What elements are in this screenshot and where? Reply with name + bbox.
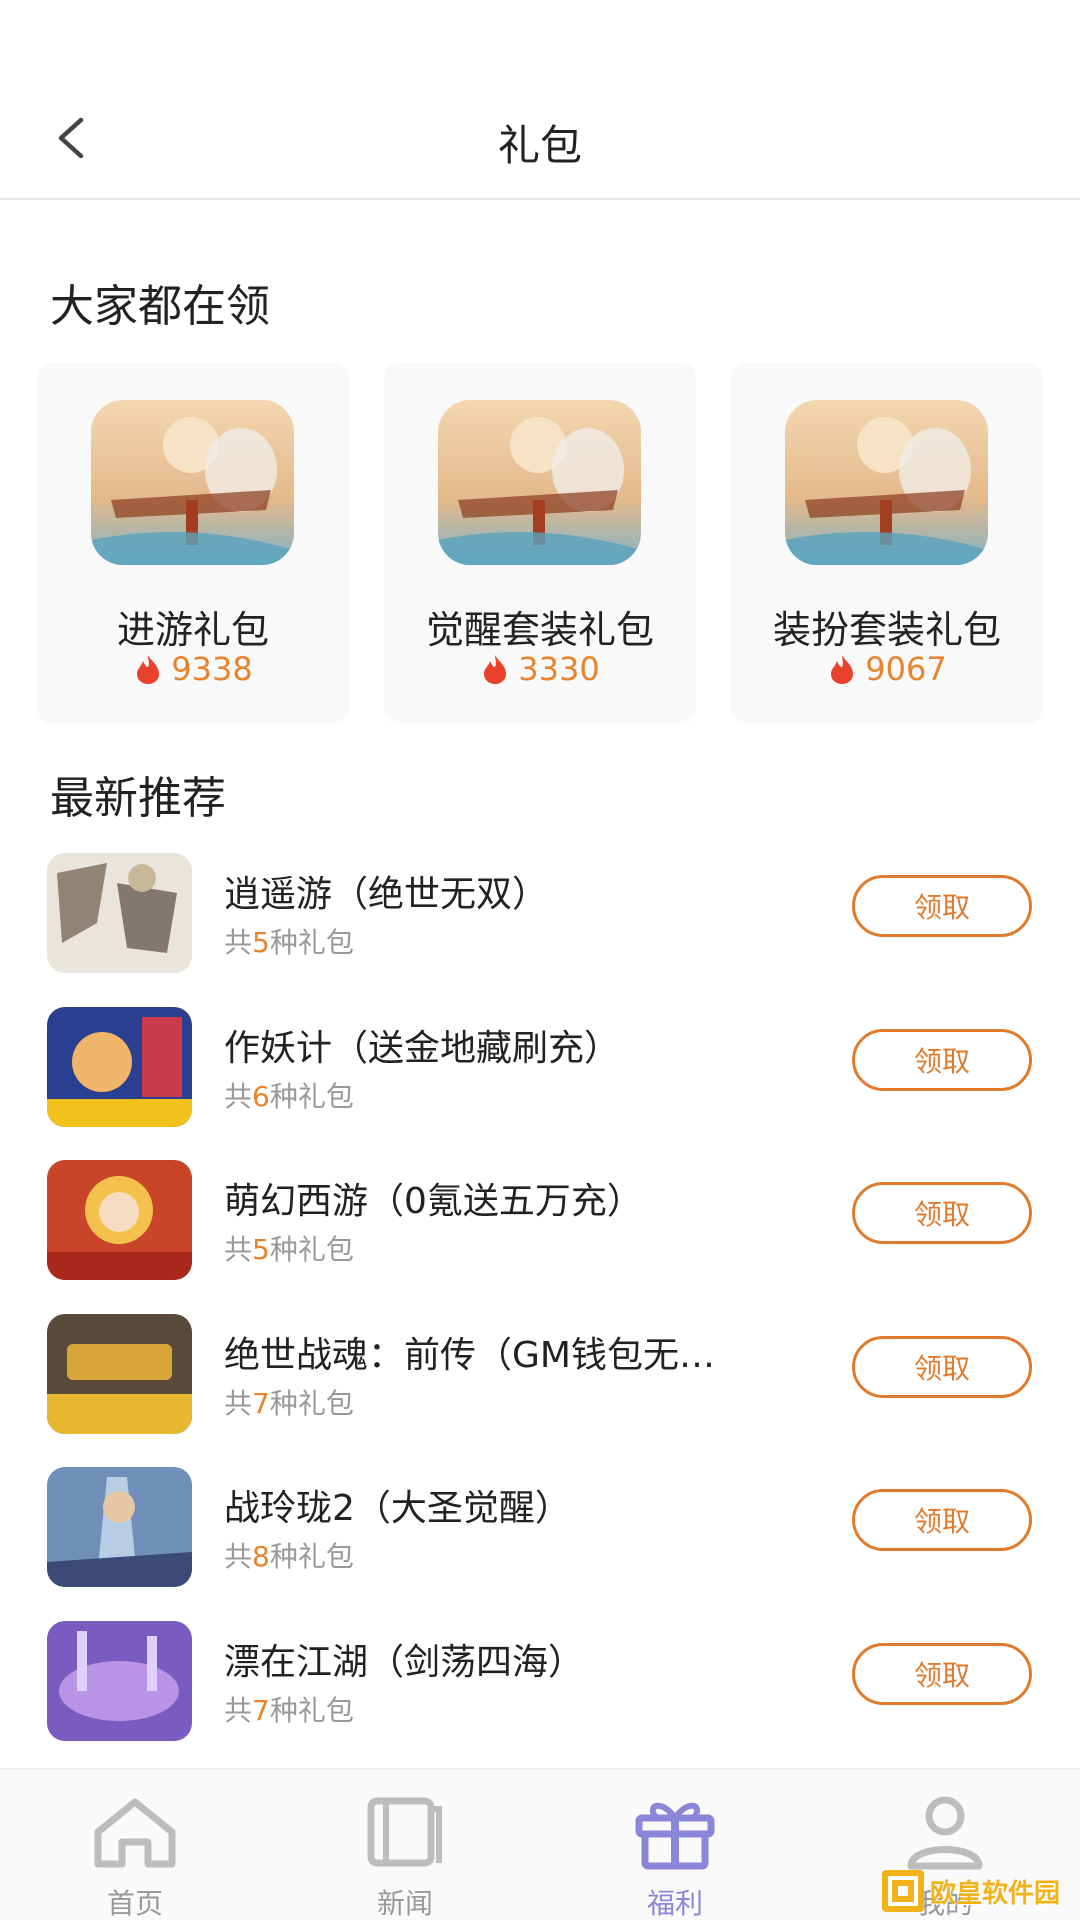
fire-icon — [137, 655, 160, 684]
item-subtitle: 共7种礼包 — [224, 1386, 354, 1420]
popular-section-title: 大家都在领 — [50, 281, 270, 332]
list-item[interactable]: 逍遥游（绝世无双） 共5种礼包 领取 — [0, 845, 1080, 999]
item-title: 作妖计（送金地藏刷充） — [224, 1027, 621, 1069]
list-item[interactable]: 漂在江湖（剑荡四海） 共7种礼包 领取 — [0, 1613, 1080, 1767]
card-count: 9338 — [171, 650, 253, 688]
item-subtitle: 共8种礼包 — [224, 1540, 354, 1573]
page-title: 礼包 — [497, 121, 582, 170]
tab-news[interactable]: 新闻 — [270, 1770, 540, 1920]
game-cover-image — [785, 400, 988, 565]
tab-home[interactable]: 首页 — [0, 1770, 270, 1920]
claim-button[interactable]: 领取 — [852, 1642, 1032, 1705]
app-header: 礼包 — [0, 0, 1080, 200]
item-subtitle: 共7种礼包 — [224, 1693, 354, 1727]
item-title: 漂在江湖（剑荡四海） — [224, 1641, 585, 1683]
tab-label: 新闻 — [376, 1887, 433, 1920]
user-icon — [900, 1792, 990, 1872]
site-watermark: 欧皇软件园 — [882, 1868, 1072, 1914]
item-subtitle: 共6种礼包 — [224, 1079, 354, 1113]
card-count: 9067 — [865, 650, 947, 688]
latest-section-title: 最新推荐 — [50, 773, 226, 824]
home-icon — [90, 1792, 180, 1872]
popular-card[interactable]: 觉醒套装礼包 3330 — [384, 362, 696, 724]
game-list: 逍遥游（绝世无双） 共5种礼包 领取 作妖计（送金地藏刷充） 共6种礼包 领取 … — [0, 845, 1080, 1766]
item-subtitle: 共5种礼包 — [224, 1233, 354, 1266]
popular-card[interactable]: 装扮套装礼包 9067 — [731, 362, 1043, 724]
watermark-logo-icon — [882, 1870, 924, 1912]
claim-button[interactable]: 领取 — [852, 875, 1032, 937]
tab-label: 福利 — [646, 1887, 703, 1920]
claim-button[interactable]: 领取 — [852, 1489, 1032, 1551]
game-thumbnail — [47, 853, 192, 973]
item-subtitle: 共5种礼包 — [224, 926, 354, 959]
watermark-text: 欧皇软件园 — [930, 1878, 1061, 1909]
fire-icon — [831, 655, 854, 684]
item-title: 战玲珑2（大圣觉醒） — [224, 1488, 571, 1529]
game-cover-image — [438, 400, 641, 565]
tab-label: 首页 — [106, 1887, 163, 1920]
list-item[interactable]: 战玲珑2（大圣觉醒） 共8种礼包 领取 — [0, 1459, 1080, 1613]
list-item[interactable]: 萌幻西游（0氪送五万充） 共5种礼包 领取 — [0, 1152, 1080, 1306]
gift-icon — [630, 1792, 720, 1872]
game-thumbnail — [47, 1160, 192, 1280]
card-name: 装扮套装礼包 — [772, 608, 1001, 652]
game-cover-image — [91, 400, 294, 565]
list-item[interactable]: 绝世战魂：前传（GM钱包无… 共7种礼包 领取 — [0, 1306, 1080, 1460]
item-title: 逍遥游（绝世无双） — [224, 874, 549, 915]
game-thumbnail — [47, 1313, 192, 1434]
claim-button[interactable]: 领取 — [852, 1028, 1032, 1091]
card-name: 觉醒套装礼包 — [425, 608, 654, 652]
game-thumbnail — [47, 1006, 192, 1127]
game-thumbnail — [47, 1620, 192, 1741]
book-icon — [360, 1792, 450, 1872]
item-title: 绝世战魂：前传（GM钱包无… — [224, 1334, 715, 1376]
claim-button[interactable]: 领取 — [852, 1182, 1032, 1244]
item-title: 萌幻西游（0氪送五万充） — [224, 1181, 643, 1222]
card-count: 3330 — [518, 650, 600, 688]
tab-welfare[interactable]: 福利 — [540, 1770, 810, 1920]
popular-cards: 进游礼包 9338 觉醒套装礼包 3330 装扮套装礼包 9067 — [37, 362, 1043, 724]
fire-icon — [484, 655, 507, 684]
card-name: 进游礼包 — [116, 608, 269, 652]
list-item[interactable]: 作妖计（送金地藏刷充） 共6种礼包 领取 — [0, 999, 1080, 1153]
popular-card[interactable]: 进游礼包 9338 — [37, 362, 349, 724]
claim-button[interactable]: 领取 — [852, 1335, 1032, 1398]
game-thumbnail — [47, 1467, 192, 1587]
